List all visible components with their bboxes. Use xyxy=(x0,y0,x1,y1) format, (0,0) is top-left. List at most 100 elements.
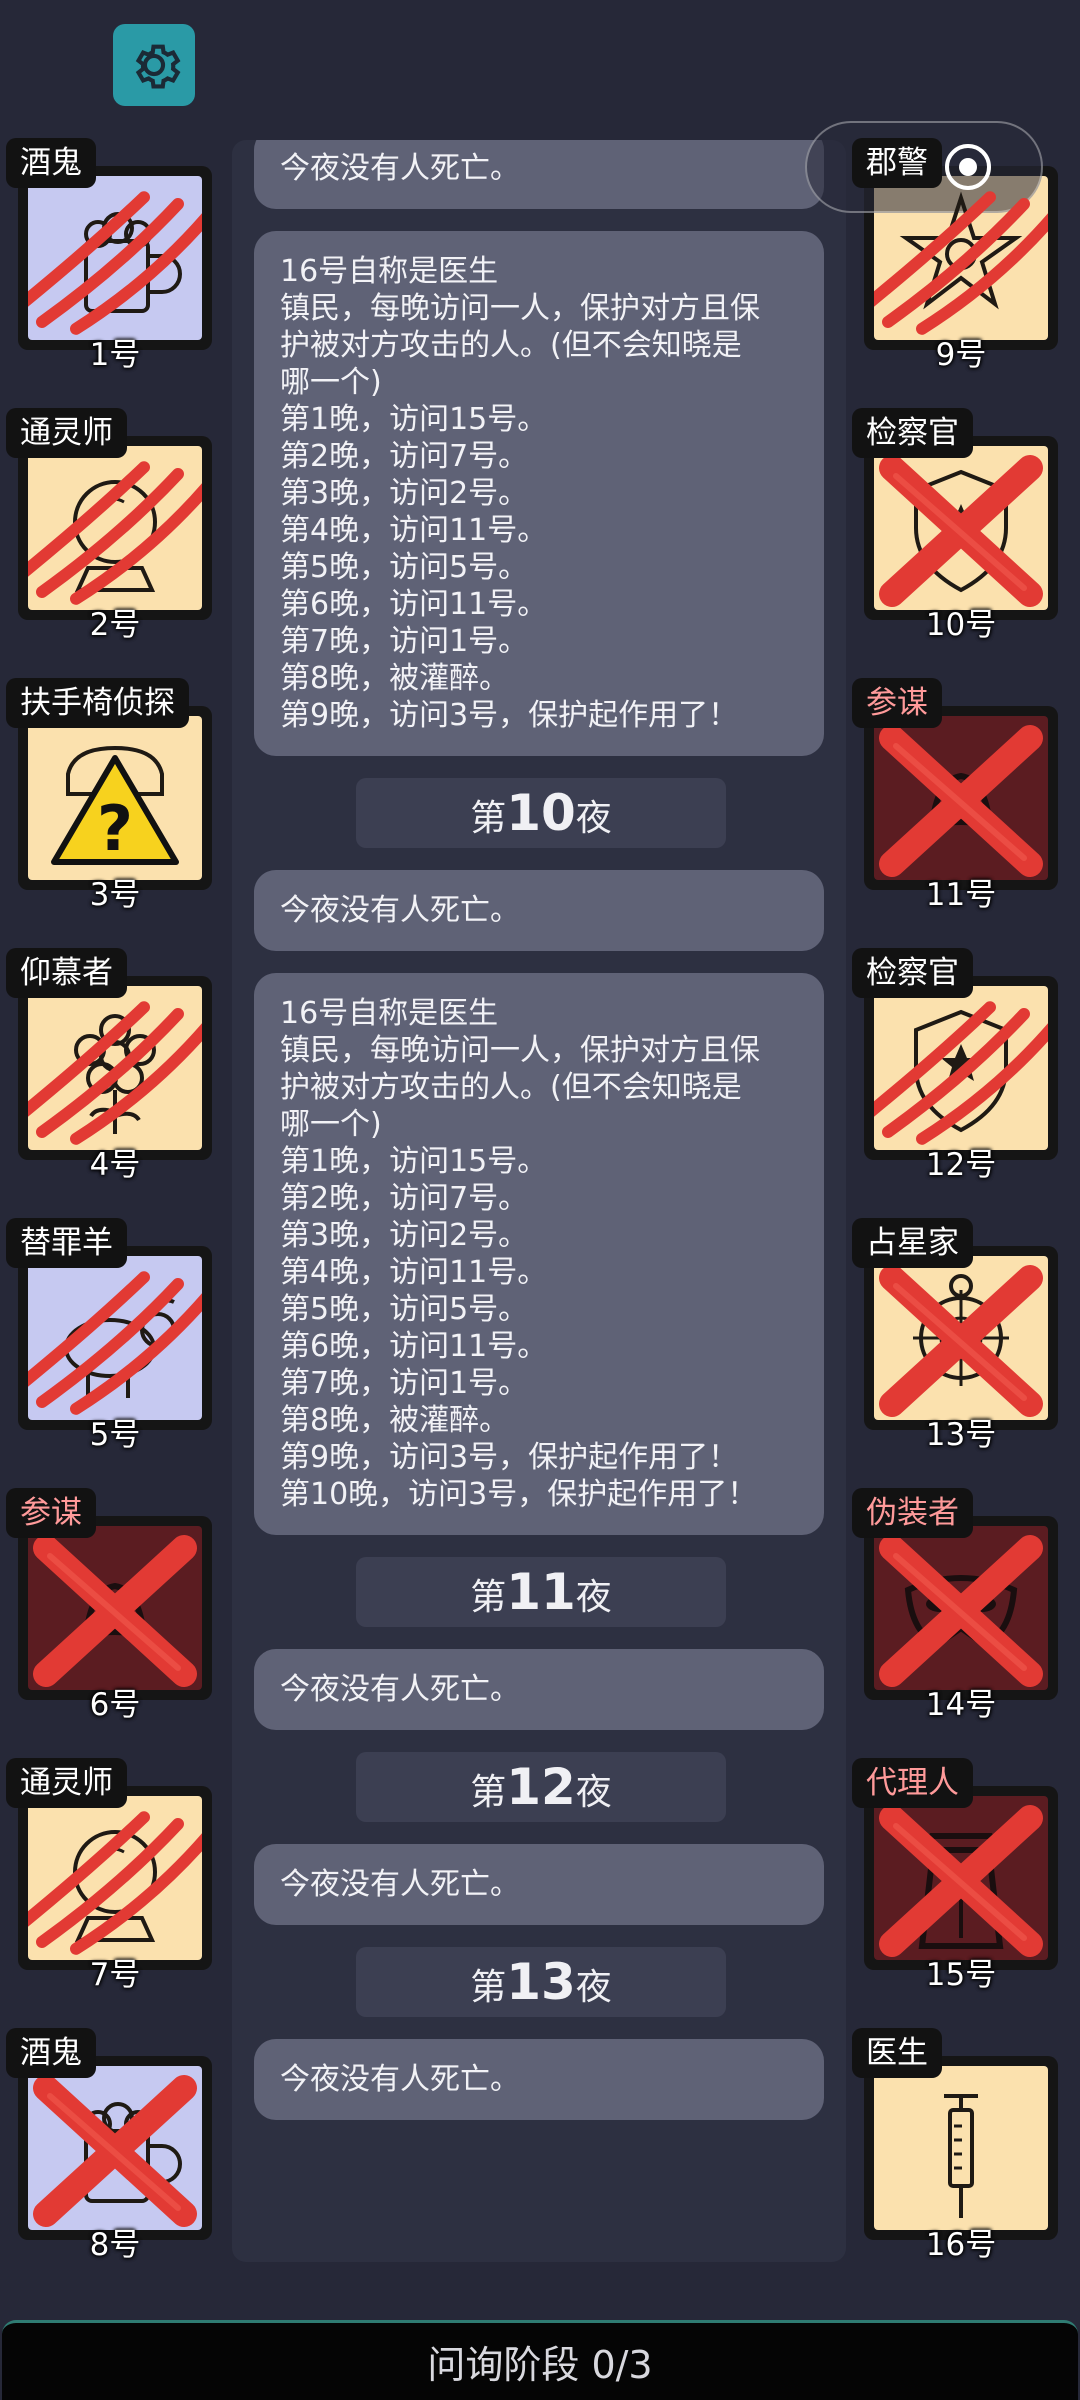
player-card[interactable]: 酒鬼 8号 xyxy=(6,2028,212,2263)
warning-question-icon: ? xyxy=(51,745,179,865)
event-message-line: 今夜没有人死亡。 xyxy=(280,1672,520,1707)
night-header-suffix: 夜 xyxy=(575,1577,612,1618)
night-header-prefix: 第 xyxy=(470,1577,507,1618)
player-card[interactable]: 代理人 15号 xyxy=(852,1758,1058,1993)
game-screen: 酒鬼 1号 通灵师 2号 扶手椅侦探 ? 3号 仰慕者 4号 替罪羊 5号 参谋… xyxy=(0,0,1080,2400)
syringe-icon xyxy=(944,2094,978,2218)
player-card[interactable]: 参谋 11号 xyxy=(852,678,1058,913)
event-message-line: 护被对方攻击的人。(但不会知晓是 xyxy=(280,328,742,363)
night-header: 第 10 夜 xyxy=(356,778,726,848)
event-message-line: 今夜没有人死亡。 xyxy=(280,151,520,186)
player-portrait-frame xyxy=(18,1786,212,1970)
gear-icon xyxy=(135,44,181,89)
player-portrait xyxy=(28,1796,202,1960)
claw-attack-mark xyxy=(28,1001,202,1145)
player-number: 12号 xyxy=(925,1147,997,1183)
player-number: 14号 xyxy=(925,1687,997,1723)
player-portrait-frame xyxy=(864,1246,1058,1430)
player-number: 15号 xyxy=(925,1957,997,1993)
event-message-line: 今夜没有人死亡。 xyxy=(280,893,520,928)
player-card[interactable]: 通灵师 7号 xyxy=(6,1758,212,1993)
player-card[interactable]: 扶手椅侦探 ? 3号 xyxy=(6,678,212,913)
eliminated-x-mark xyxy=(33,1535,197,1687)
player-portrait-frame xyxy=(18,1246,212,1430)
svg-text:?: ? xyxy=(97,792,133,865)
event-message-line: 第4晚，访问11号。 xyxy=(280,513,548,548)
player-number: 1号 xyxy=(89,337,141,373)
player-card[interactable]: 仰慕者 4号 xyxy=(6,948,212,1183)
player-portrait-frame xyxy=(864,976,1058,1160)
player-portrait-frame xyxy=(18,1516,212,1700)
player-number: 5号 xyxy=(89,1417,141,1453)
event-message-line: 第4晚，访问11号。 xyxy=(280,1255,548,1290)
player-card[interactable]: 医生 16号 xyxy=(852,2028,1058,2263)
player-card[interactable]: 伪装者 14号 xyxy=(852,1488,1058,1723)
event-message-line: 第9晚，访问3号，保护起作用了！ xyxy=(280,1440,739,1475)
player-portrait: ? xyxy=(28,716,202,880)
player-portrait-frame xyxy=(864,436,1058,620)
player-card[interactable]: 占星家 13号 xyxy=(852,1218,1058,1453)
player-role-label: 医生 xyxy=(852,2028,942,2078)
event-log-scroll[interactable]: 今夜没有人死亡。 16号自称是医生 镇民，每晚访问一人，保护对方且保 护被对方攻击的人… xyxy=(232,140,846,2262)
event-log[interactable]: 今夜没有人死亡。 16号自称是医生 镇民，每晚访问一人，保护对方且保 护被对方攻击的人… xyxy=(232,140,846,2262)
player-number: 7号 xyxy=(89,1957,141,1993)
player-role-label: 仰慕者 xyxy=(6,948,127,998)
player-portrait xyxy=(874,716,1048,880)
event-message-line: 护被对方攻击的人。(但不会知晓是 xyxy=(280,1070,742,1105)
player-role-label: 代理人 xyxy=(852,1758,973,1808)
player-portrait-frame xyxy=(864,1516,1058,1700)
settings-button[interactable] xyxy=(113,24,195,106)
event-message-line: 第8晚，被灌醉。 xyxy=(280,1403,510,1438)
eliminated-x-mark xyxy=(33,2075,197,2227)
player-portrait-frame xyxy=(18,976,212,1160)
player-portrait xyxy=(874,2066,1048,2230)
player-card[interactable]: 参谋 6号 xyxy=(6,1488,212,1723)
night-header-number: 10 xyxy=(506,784,576,842)
event-message-line: 第3晚，访问2号。 xyxy=(280,476,529,511)
claw-attack-mark xyxy=(874,1001,1048,1145)
player-role-label: 酒鬼 xyxy=(6,138,96,188)
event-message: 16号自称是医生 镇民，每晚访问一人，保护对方且保 护被对方攻击的人。(但不会知晓是… xyxy=(254,231,824,756)
player-number: 4号 xyxy=(89,1147,141,1183)
event-message-line: 第6晚，访问11号。 xyxy=(280,587,548,622)
claw-attack-mark xyxy=(28,1271,202,1415)
player-portrait xyxy=(28,986,202,1150)
player-card[interactable]: 检察官 10号 xyxy=(852,408,1058,643)
player-number: 13号 xyxy=(925,1417,997,1453)
player-portrait xyxy=(28,1526,202,1690)
eliminated-x-mark xyxy=(879,455,1043,607)
player-card[interactable]: 通灵师 2号 xyxy=(6,408,212,643)
player-portrait xyxy=(874,446,1048,610)
eliminated-x-mark xyxy=(879,1535,1043,1687)
night-header-prefix: 第 xyxy=(470,1967,507,2008)
player-portrait xyxy=(874,1526,1048,1690)
player-portrait-frame xyxy=(864,2056,1058,2240)
event-message-line: 第7晚，访问1号。 xyxy=(280,624,529,659)
event-message-line: 第2晚，访问7号。 xyxy=(280,439,529,474)
phase-label: 问询阶段 0/3 xyxy=(427,2343,653,2387)
night-header-suffix: 夜 xyxy=(575,1967,612,2008)
player-portrait xyxy=(28,1256,202,1420)
night-header: 第 11 夜 xyxy=(356,1557,726,1627)
player-card[interactable]: 替罪羊 5号 xyxy=(6,1218,212,1453)
claw-attack-mark xyxy=(28,1811,202,1955)
player-card[interactable]: 检察官 12号 xyxy=(852,948,1058,1183)
player-portrait xyxy=(28,2066,202,2230)
player-number: 6号 xyxy=(89,1687,141,1723)
player-role-label: 检察官 xyxy=(852,408,973,458)
claw-attack-mark xyxy=(28,191,202,335)
event-message: 今夜没有人死亡。 xyxy=(254,1649,824,1730)
event-message-line: 今夜没有人死亡。 xyxy=(280,1867,520,1902)
player-portrait xyxy=(874,986,1048,1150)
event-message-line: 第1晚，访问15号。 xyxy=(280,1144,548,1179)
phase-bar: 问询阶段 0/3 xyxy=(2,2320,1078,2400)
player-role-label: 伪装者 xyxy=(852,1488,973,1538)
event-message: 今夜没有人死亡。 xyxy=(254,140,824,209)
player-card[interactable]: 酒鬼 1号 xyxy=(6,138,212,373)
night-header-suffix: 夜 xyxy=(575,1772,612,1813)
claw-attack-mark xyxy=(874,191,1048,335)
player-role-label: 参谋 xyxy=(6,1488,96,1538)
player-portrait-frame xyxy=(18,436,212,620)
night-header-number: 13 xyxy=(506,1953,576,2011)
event-message-line: 第2晚，访问7号。 xyxy=(280,1181,529,1216)
